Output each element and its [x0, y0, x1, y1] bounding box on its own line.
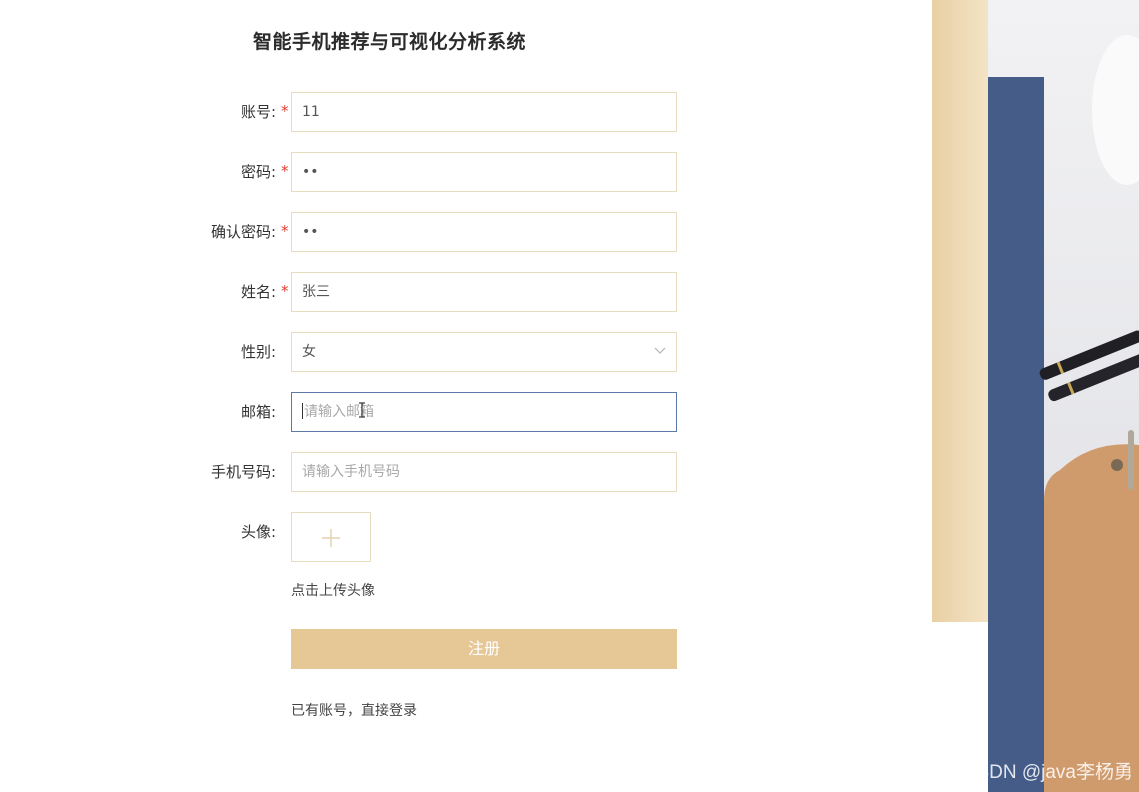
account-row: 账号: * 11	[0, 92, 700, 132]
gender-row: 性别: 女	[0, 332, 700, 372]
phone-row: 手机号码: 请输入手机号码	[0, 452, 700, 492]
password-row: 密码: * ••	[0, 152, 700, 192]
required-mark: *	[281, 162, 289, 180]
plus-icon	[322, 529, 340, 547]
phone-placeholder: 请输入手机号码	[302, 464, 400, 480]
email-row: 邮箱: 请输入邮箱	[0, 392, 700, 432]
password-label: 密码:	[240, 163, 276, 181]
required-mark: *	[281, 102, 289, 120]
required-mark: *	[281, 222, 289, 240]
confirm-password-row: 确认密码: * ••	[0, 212, 700, 252]
chevron-down-icon	[654, 347, 666, 354]
email-label: 邮箱:	[240, 403, 276, 421]
required-mark: *	[281, 282, 289, 300]
confirm-password-label: 确认密码:	[210, 223, 276, 241]
text-caret	[302, 403, 303, 419]
decorative-desk-image	[932, 0, 1139, 792]
name-label: 姓名:	[240, 283, 276, 301]
text-cursor-icon	[359, 402, 365, 418]
confirm-password-value: ••	[302, 224, 319, 240]
watermark: CSDN @java李杨勇	[962, 762, 1133, 783]
confirm-password-input[interactable]: ••	[291, 212, 677, 252]
page-title: 智能手机推荐与可视化分析系统	[253, 31, 527, 53]
avatar-upload-hint: 点击上传头像	[291, 583, 375, 599]
avatar-label: 头像:	[240, 523, 276, 541]
account-input[interactable]: 11	[291, 92, 677, 132]
account-value: 11	[302, 104, 320, 120]
email-input[interactable]: 请输入邮箱	[291, 392, 677, 432]
gender-value: 女	[302, 344, 316, 360]
name-input[interactable]: 张三	[291, 272, 677, 312]
gender-select[interactable]: 女	[291, 332, 677, 372]
register-button[interactable]: 注册	[291, 629, 677, 669]
phone-label: 手机号码:	[210, 463, 276, 481]
gender-label: 性别:	[240, 343, 276, 361]
avatar-upload-button[interactable]	[291, 512, 371, 562]
password-input[interactable]: ••	[291, 152, 677, 192]
password-value: ••	[302, 164, 319, 180]
name-value: 张三	[302, 284, 330, 300]
name-row: 姓名: * 张三	[0, 272, 700, 312]
login-link[interactable]: 已有账号，直接登录	[291, 700, 417, 720]
account-label: 账号:	[240, 103, 276, 121]
phone-input[interactable]: 请输入手机号码	[291, 452, 677, 492]
